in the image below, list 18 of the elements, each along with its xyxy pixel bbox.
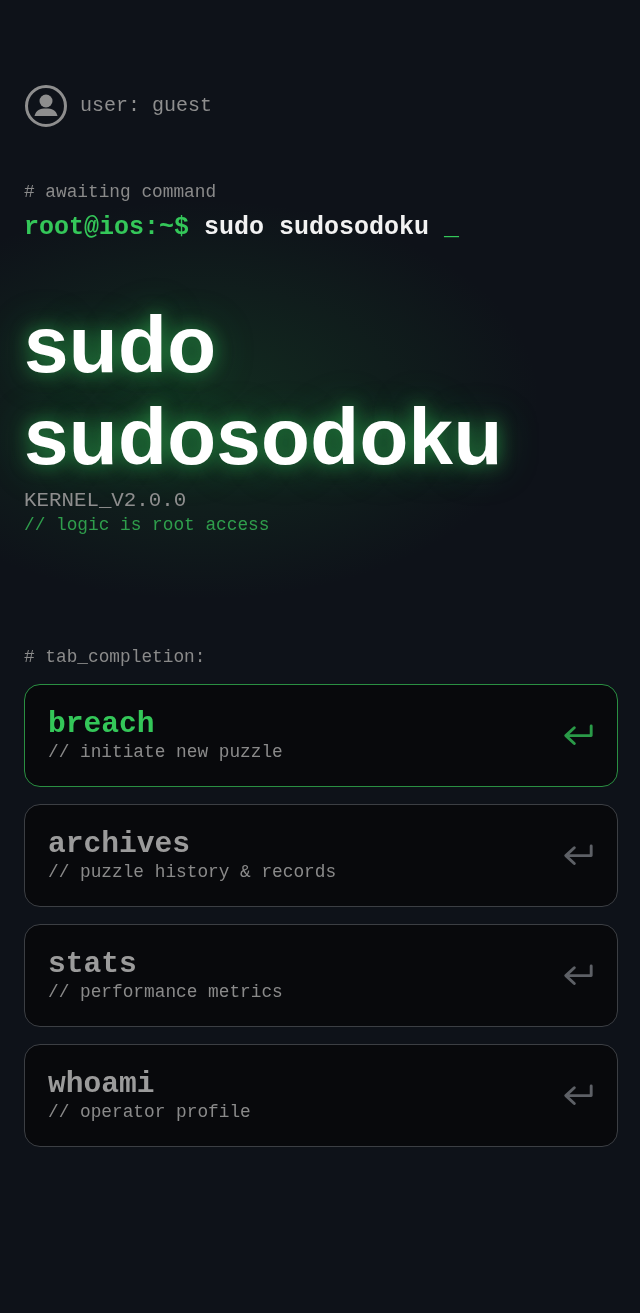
user-avatar-icon [24,84,68,128]
return-arrow-icon [564,1083,593,1108]
return-arrow-icon [564,723,593,748]
app-title: sudo sudosodoku [24,299,504,484]
tagline-text: // logic is root access [24,515,271,537]
command-text: sudo sudosodoku [204,213,430,243]
menu-option[interactable]: stats // performance metrics [24,924,618,1027]
return-arrow-icon [564,843,593,868]
prompt-text: root@ios:~$ [24,213,190,243]
menu-option[interactable]: breach // initiate new puzzle [24,684,618,787]
comment-text: # awaiting command [24,182,218,204]
cursor-text: _ [444,213,460,243]
return-arrow-icon [564,963,593,988]
menu-option[interactable]: archives // puzzle history & records [24,804,618,907]
menu-option[interactable]: whoami // operator profile [24,1044,618,1147]
user-label: user: guest [80,93,213,119]
version-text: KERNEL_V2.0.0 [24,489,188,515]
section-heading: # tab_completion: [24,646,207,668]
